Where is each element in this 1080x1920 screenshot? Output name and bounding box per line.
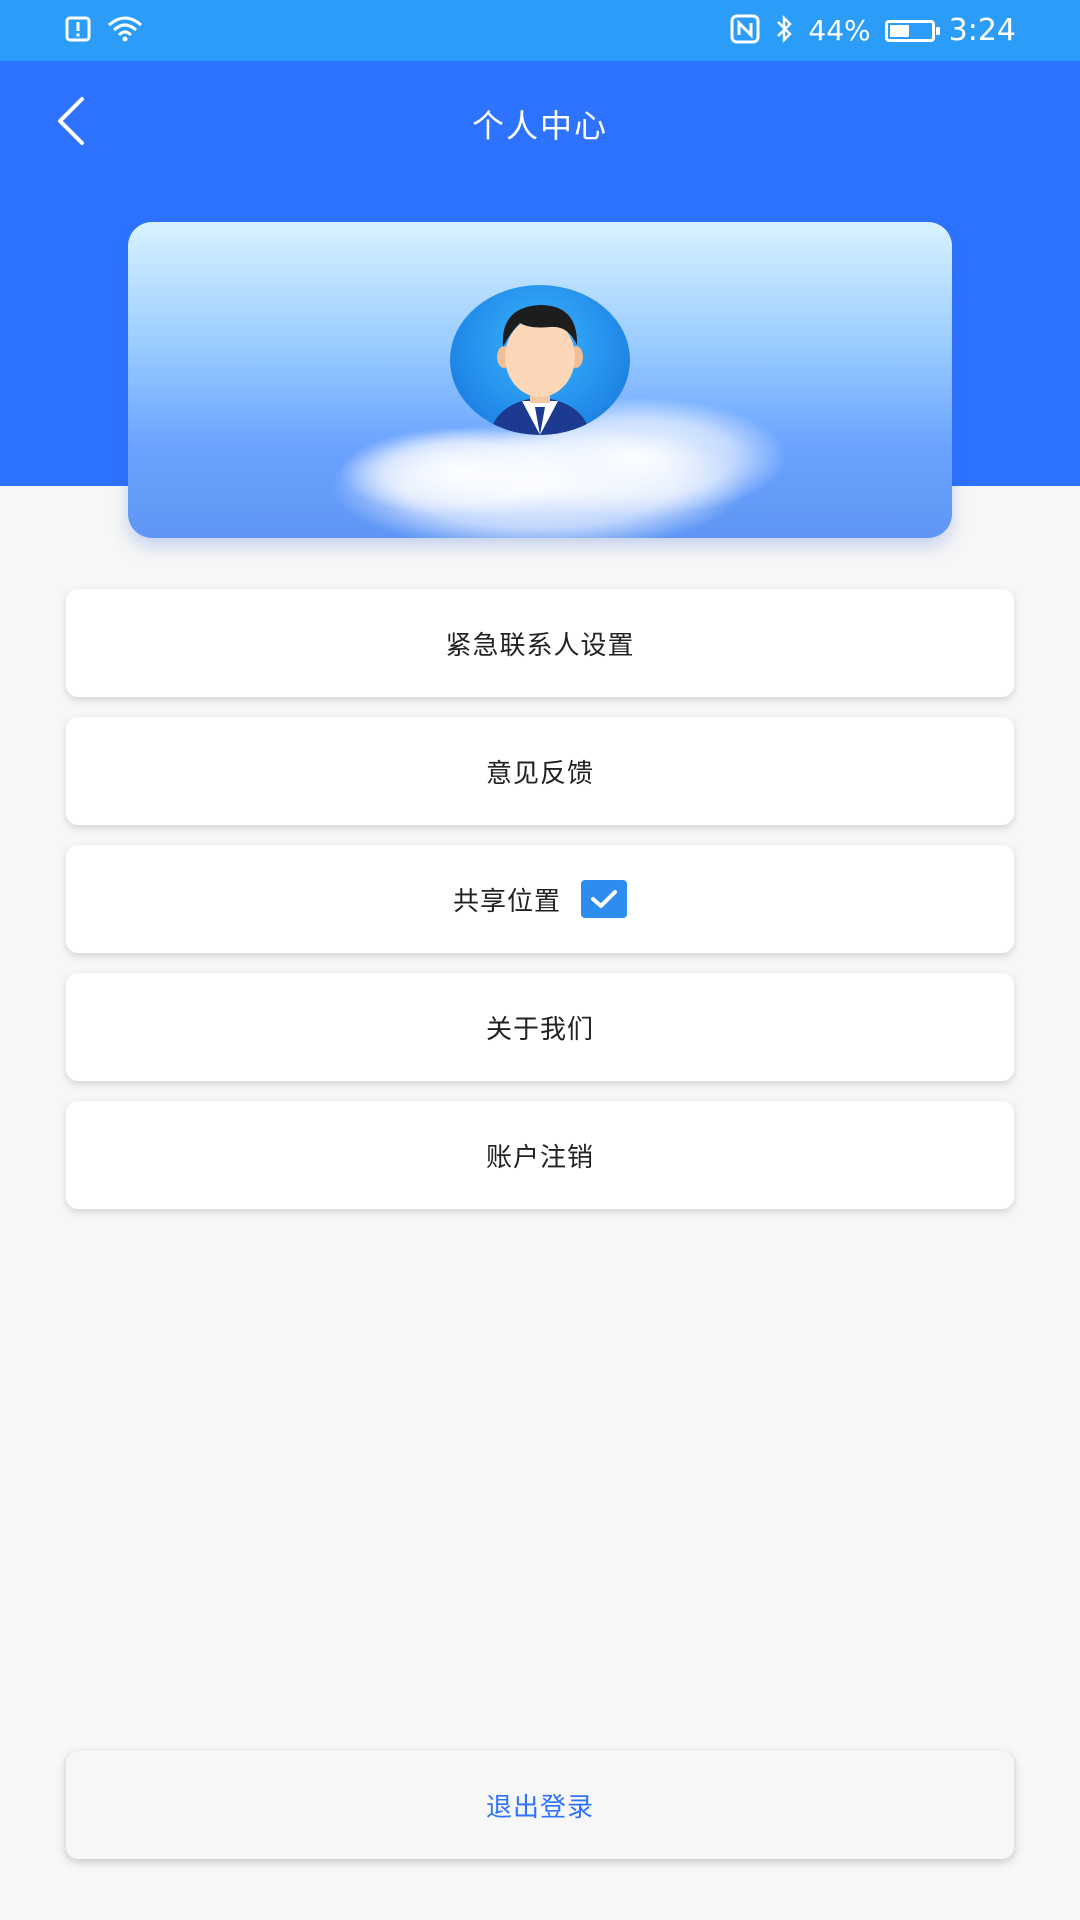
user-avatar-icon (490, 305, 590, 435)
status-bar: 44% 3:24 (0, 0, 1080, 61)
menu-item-label: 关于我们 (485, 1014, 594, 1045)
menu-item-feedback[interactable]: 意见反馈 (66, 717, 1014, 825)
page-title: 个人中心 (471, 107, 608, 145)
menu-item-label: 账户注销 (485, 1142, 594, 1173)
menu-item-emergency-contact[interactable]: 紧急联系人设置 (66, 589, 1014, 697)
nfc-icon (730, 14, 760, 48)
logout-label: 退出登录 (485, 1792, 594, 1823)
menu-item-share-location[interactable]: 共享位置 (66, 845, 1014, 953)
wifi-icon (106, 15, 144, 47)
clock: 3:24 (948, 13, 1016, 48)
menu-item-about-us[interactable]: 关于我们 (66, 973, 1014, 1081)
bluetooth-icon (774, 14, 794, 48)
menu-item-label: 紧急联系人设置 (445, 630, 635, 661)
cloud-decoration (338, 427, 588, 517)
status-right: 44% 3:24 (730, 13, 1016, 48)
alert-icon (64, 15, 92, 47)
status-left (64, 15, 144, 47)
logout-button[interactable]: 退出登录 (66, 1751, 1014, 1859)
checkmark-icon (591, 890, 617, 908)
menu-item-label: 共享位置 (452, 886, 561, 917)
menu-item-label: 意见反馈 (485, 758, 594, 789)
profile-card (128, 222, 952, 538)
battery-icon (884, 19, 940, 42)
menu-item-delete-account[interactable]: 账户注销 (66, 1101, 1014, 1209)
battery-percent: 44% (808, 14, 871, 47)
avatar[interactable] (450, 285, 630, 435)
menu-list: 紧急联系人设置 意见反馈 共享位置 关于我们 账户注销 (66, 589, 1014, 1229)
share-location-checkbox[interactable] (581, 880, 627, 918)
